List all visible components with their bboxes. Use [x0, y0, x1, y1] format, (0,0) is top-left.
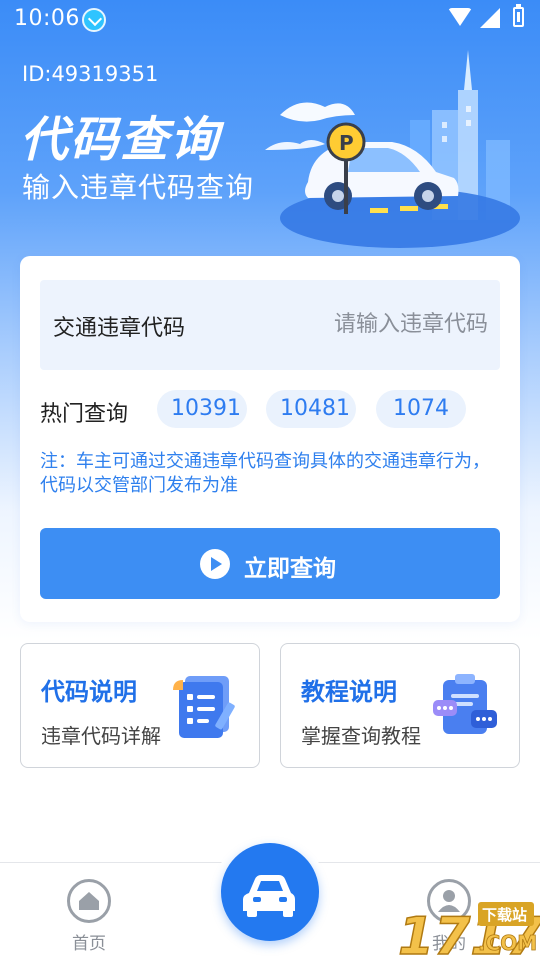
page-title: 代码查询 [20, 112, 221, 168]
site-watermark: 17178 下载站 .COM [397, 902, 540, 960]
download-icon [82, 8, 106, 32]
page-subtitle: 输入违章代码查询 [22, 171, 255, 204]
query-note: 注：车主可通过交通违章代码查询具体的交通违章行为，代码以交管部门发布为准 [40, 451, 490, 496]
nav-home-label: 首页 [72, 934, 106, 954]
home-icon [67, 879, 111, 923]
card-title: 代码说明 [41, 678, 137, 706]
parking-car-illustration: P [265, 50, 520, 248]
query-now-label: 立即查询 [244, 556, 336, 582]
user-id: ID:49319351 [22, 62, 159, 86]
wifi-icon [448, 8, 472, 26]
status-time: 10:06 [14, 6, 80, 31]
query-card: 交通违章代码 热门查询 10391 10481 1074 注：车主可通过交通违章… [20, 256, 520, 622]
document-list-icon [173, 676, 235, 738]
status-bar: 10:06 [0, 0, 540, 40]
violation-code-label: 交通违章代码 [53, 316, 186, 341]
signal-icon [480, 8, 500, 28]
play-icon [200, 549, 230, 579]
hot-queries-label: 热门查询 [40, 402, 129, 427]
hot-code-chip[interactable]: 10391 [157, 390, 247, 428]
center-car-button[interactable] [221, 843, 319, 941]
violation-code-input[interactable] [278, 307, 488, 341]
violation-code-input-row[interactable]: 交通违章代码 [40, 280, 500, 370]
svg-text:P: P [339, 131, 354, 155]
clipboard-chat-icon [433, 674, 497, 734]
card-subtitle: 掌握查询教程 [301, 724, 421, 748]
query-now-button[interactable]: 立即查询 [40, 528, 500, 599]
svg-text:.COM: .COM [478, 931, 537, 955]
svg-text:下载站: 下载站 [482, 906, 527, 924]
nav-home[interactable]: 首页 [44, 879, 134, 955]
hot-code-chip[interactable]: 10481 [266, 390, 356, 428]
car-icon [243, 875, 295, 917]
card-title: 教程说明 [301, 678, 397, 706]
card-subtitle: 违章代码详解 [41, 724, 161, 748]
code-explanation-card[interactable]: 代码说明 违章代码详解 [20, 643, 260, 768]
battery-icon [513, 4, 524, 27]
hot-code-chip[interactable]: 1074 [376, 390, 466, 428]
tutorial-explanation-card[interactable]: 教程说明 掌握查询教程 [280, 643, 520, 768]
